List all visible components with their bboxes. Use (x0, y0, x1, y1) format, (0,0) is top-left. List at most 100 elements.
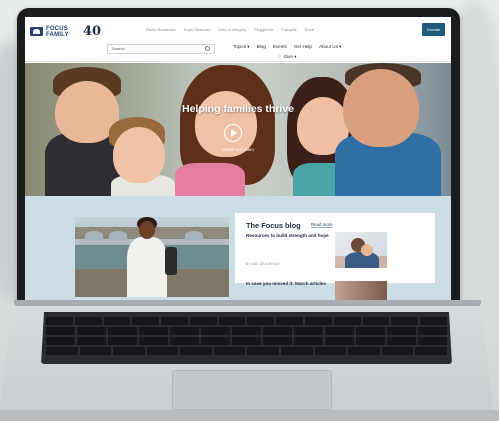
key (103, 317, 131, 325)
key (108, 337, 137, 345)
play-video-button[interactable] (224, 124, 242, 142)
nav-topics[interactable]: Topics ▾ (233, 44, 250, 50)
secondary-article-thumbnail[interactable] (335, 281, 387, 300)
photo-person-face (139, 221, 155, 239)
key (139, 327, 168, 335)
key (415, 347, 447, 355)
heart-icon: ♡ (277, 54, 282, 60)
anniversary-mark: 40 (83, 24, 102, 39)
keyboard-row (46, 317, 447, 325)
utility-link-hope[interactable]: Hope Restored (184, 27, 211, 32)
utility-link-store[interactable]: Store (305, 27, 315, 32)
photo-bridge-arch (109, 231, 127, 240)
key (348, 347, 380, 355)
key (263, 327, 292, 335)
key (381, 347, 414, 355)
key (108, 327, 137, 335)
key (232, 337, 261, 345)
key (46, 327, 75, 335)
photo-bridge-arch (85, 231, 103, 240)
key (170, 337, 199, 345)
key (247, 317, 275, 325)
key (356, 327, 385, 335)
search-placeholder: Search (112, 46, 125, 51)
key (325, 337, 354, 345)
key (74, 317, 102, 325)
keyboard (41, 312, 452, 364)
play-icon (231, 129, 237, 137)
key (305, 317, 332, 325)
photo-bridge-arch (185, 231, 203, 240)
blog-card: The Focus blog Read more Resources to bu… (235, 213, 435, 283)
secondary-article-title[interactable]: In case you missed it: March articles (246, 281, 334, 287)
laptop-front-edge (0, 410, 499, 421)
key (201, 327, 230, 335)
utility-link-kids[interactable]: Kids of Integrity (218, 27, 246, 32)
hero-photo-person (175, 163, 245, 196)
laptop-hinge (14, 300, 481, 306)
key (46, 317, 73, 325)
key (391, 317, 419, 325)
featured-photo[interactable] (75, 217, 229, 297)
nav-get-help[interactable]: Get Help (294, 44, 312, 50)
family-logo-icon (30, 27, 43, 36)
key (325, 327, 354, 335)
utility-link-plugged-in[interactable]: Plugged In (254, 27, 273, 32)
key (232, 327, 261, 335)
give-link[interactable]: ♡ Give ▾ (277, 54, 297, 60)
key (362, 317, 390, 325)
key (276, 317, 304, 325)
key (170, 327, 199, 335)
nav-about-us[interactable]: About Us ▾ (319, 44, 341, 50)
read-more-link[interactable]: Read more (311, 222, 333, 228)
photo-person-coat (127, 237, 167, 297)
key (161, 317, 188, 325)
laptop-screen: FOCUS FAMILY 40 Radio Broadcast Hope Res… (25, 17, 451, 300)
blog-heading: The Focus blog (246, 221, 301, 230)
hero-banner: Helping families thrive Watch our video (25, 63, 451, 196)
utility-link-radio[interactable]: Radio Broadcast (146, 27, 176, 32)
key (314, 347, 347, 355)
search-icon[interactable] (205, 46, 210, 51)
key (146, 347, 179, 355)
blog-section: The Focus blog Read more Resources to bu… (25, 196, 451, 300)
logo-text: FOCUS FAMILY (46, 25, 69, 38)
key (333, 317, 361, 325)
key (247, 347, 280, 355)
site-header: FOCUS FAMILY 40 Radio Broadcast Hope Res… (25, 17, 451, 62)
key (218, 317, 246, 325)
key (132, 317, 160, 325)
key (418, 327, 447, 335)
key (294, 327, 323, 335)
donate-button[interactable]: Donate (422, 23, 445, 36)
key (189, 317, 217, 325)
key (420, 317, 447, 325)
key (356, 337, 385, 345)
article-thumbnail[interactable] (335, 232, 387, 268)
key (77, 327, 106, 335)
key (79, 347, 112, 355)
keyboard-row (46, 327, 447, 335)
watch-video-link[interactable]: Watch our video (25, 147, 451, 152)
key (46, 347, 78, 355)
main-nav: Topics ▾ Blog Events Get Help About Us ▾ (233, 44, 341, 50)
nav-blog[interactable]: Blog (257, 44, 266, 50)
key (46, 337, 75, 345)
key (139, 337, 168, 345)
featured-article-title[interactable]: Resources to build strength and hope (246, 233, 330, 239)
key (77, 337, 106, 345)
key (418, 337, 447, 345)
trackpad[interactable] (172, 370, 332, 410)
key (263, 337, 292, 345)
key (113, 347, 145, 355)
hero-photo-person (113, 127, 165, 183)
search-input[interactable]: Search (107, 44, 215, 54)
nav-events[interactable]: Events (273, 44, 287, 50)
utility-link-francais[interactable]: Français (281, 27, 296, 32)
keyboard-row (46, 347, 447, 355)
key (201, 337, 230, 345)
thumb-person (361, 244, 373, 256)
key (180, 347, 212, 355)
site-logo[interactable]: FOCUS FAMILY 40 (30, 24, 101, 39)
key (387, 337, 416, 345)
